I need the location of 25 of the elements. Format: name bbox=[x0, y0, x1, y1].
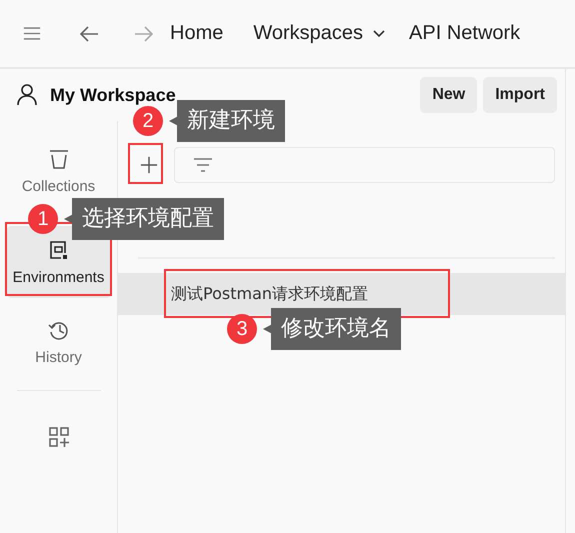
sidebar-item[interactable]: History bbox=[6, 313, 110, 371]
sidebar-item[interactable]: Collections bbox=[6, 145, 110, 197]
step-badge: 3 bbox=[227, 314, 257, 344]
highlight-frame bbox=[128, 143, 163, 184]
search-field[interactable] bbox=[174, 147, 555, 183]
nav-link[interactable]: Workspaces bbox=[253, 22, 364, 45]
environment-item[interactable]: 测试Postman请求环境配置 bbox=[118, 273, 565, 315]
back-arrow-icon[interactable] bbox=[79, 26, 99, 42]
step-badge: 2 bbox=[133, 106, 163, 136]
new-button[interactable]: New bbox=[420, 77, 478, 113]
nav-link[interactable]: API Network bbox=[409, 22, 520, 45]
user-icon bbox=[17, 84, 37, 106]
callout-tooltip: 选择环境配置 bbox=[64, 198, 224, 240]
bin-icon bbox=[48, 148, 70, 170]
nav-link[interactable]: Home bbox=[170, 22, 224, 45]
filter-icon bbox=[193, 157, 213, 173]
plus-icon[interactable] bbox=[140, 156, 158, 174]
step-badge: 1 bbox=[28, 204, 58, 234]
callout-tooltip: 修改环境名 bbox=[263, 308, 401, 350]
import-button[interactable]: Import bbox=[483, 77, 557, 113]
add-apps-icon[interactable] bbox=[48, 426, 70, 448]
environment-icon bbox=[48, 238, 70, 260]
menu-icon[interactable] bbox=[23, 27, 41, 40]
callout-tooltip: 新建环境 bbox=[169, 100, 285, 142]
caret-icon[interactable] bbox=[373, 30, 386, 38]
